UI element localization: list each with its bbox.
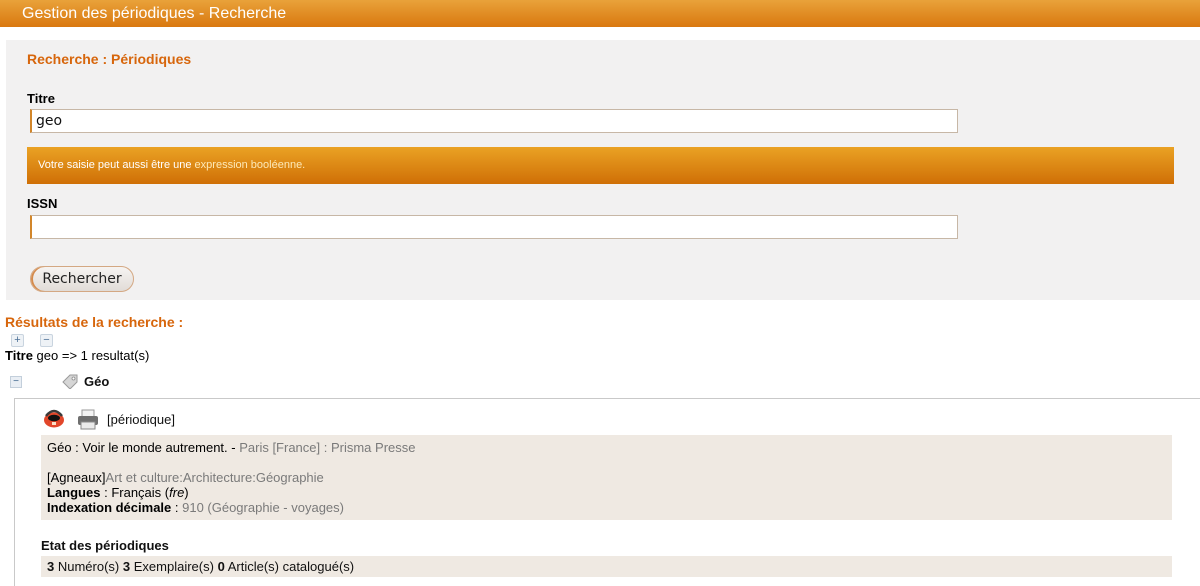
languages-label: Langues [47,485,101,500]
record-type: [périodique] [107,412,175,427]
window-title: Gestion des périodiques - Recherche [0,0,1200,27]
articles-label: Article(s) catalogué(s) [227,559,355,574]
issues-count: 3 [47,559,55,574]
basket-icon[interactable] [42,406,66,431]
languages-line: Langues : Français (fre) [47,485,189,500]
languages-value: Français [111,485,162,500]
record-details: Géo : Voir le monde autrement. - Paris [… [41,435,1172,520]
state-line: 3 Numéro(s) 3 Exemplaire(s) 0 Article(s)… [41,556,1172,577]
results-heading: Résultats de la recherche : [5,314,184,330]
issn-input[interactable] [30,215,958,239]
articles-count: 0 [217,559,225,574]
tag-icon [61,373,79,392]
isbd-title: Géo : Voir le monde autrement. - [47,440,240,455]
boolean-expression-link[interactable]: expression booléenne. [195,159,306,171]
result-title[interactable]: Géo [84,374,109,389]
search-panel: Recherche : Périodiques Titre Votre sais… [6,40,1200,300]
dewey-line: Indexation décimale : 910 (Géographie - … [47,500,344,515]
issues-label: Numéro(s) [57,559,120,574]
search-button[interactable]: Rechercher [30,266,134,292]
summary-field: Titre [5,348,33,363]
summary-text: geo => 1 resultat(s) [32,348,150,363]
copies-label: Exemplaire(s) [133,559,214,574]
state-heading: Etat des périodiques [41,538,169,553]
category-line: [Agneaux]Art et culture:Architecture:Géo… [47,470,324,485]
printer-icon[interactable] [76,408,100,433]
collapse-icon[interactable]: − [10,376,22,388]
expand-all-icon[interactable]: + [11,334,24,347]
search-heading: Recherche : Périodiques [27,51,192,67]
info-bar: Votre saisie peut aussi être une express… [27,147,1174,184]
results-summary: Titre geo => 1 resultat(s) [5,348,149,363]
info-text: Votre saisie peut aussi être une [38,159,192,171]
title-label: Titre [27,91,55,106]
category-path[interactable]: Art et culture:Architecture:Géographie [106,470,324,485]
copies-count: 3 [122,559,131,574]
isbd-line: Géo : Voir le monde autrement. - Paris [… [47,440,416,455]
dewey-label: Indexation décimale [47,500,172,515]
issn-label: ISSN [27,196,58,211]
languages-code: fre [169,485,185,500]
isbd-publisher: Paris [France] : Prisma Presse [239,440,416,455]
title-input[interactable] [30,109,958,133]
collapse-all-icon[interactable]: − [40,334,53,347]
dewey-value[interactable]: 910 (Géographie - voyages) [182,500,344,515]
category-scheme: [Agneaux] [47,470,106,485]
